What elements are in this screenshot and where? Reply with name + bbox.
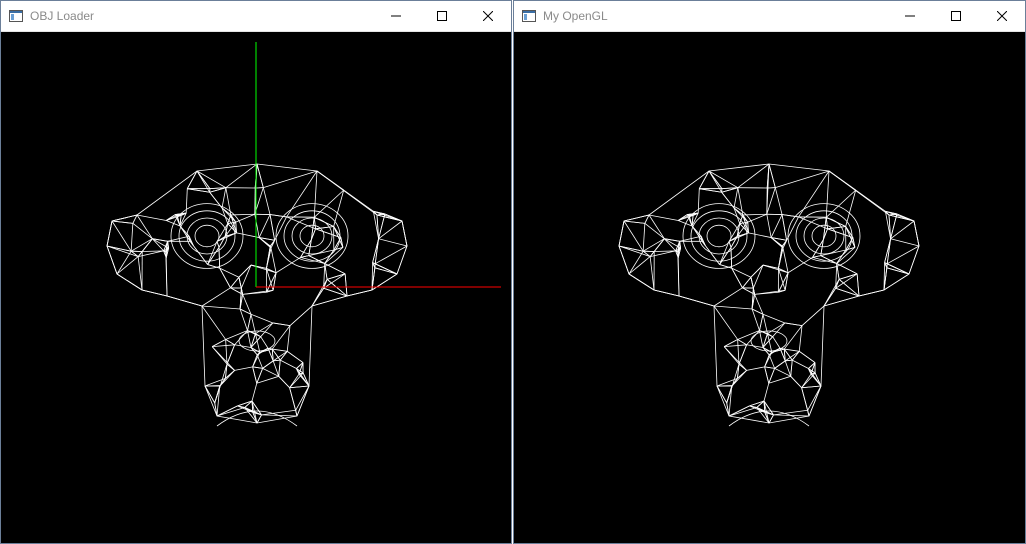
window-my-opengl: My OpenGL — [513, 0, 1026, 544]
window-title: OBJ Loader — [30, 9, 95, 23]
close-button[interactable] — [465, 1, 511, 31]
app-icon — [9, 9, 23, 22]
minimize-icon — [905, 15, 915, 17]
render-canvas[interactable] — [514, 32, 1025, 544]
maximize-icon — [951, 11, 961, 21]
opengl-viewport[interactable] — [1, 32, 511, 543]
titlebar[interactable]: My OpenGL — [514, 1, 1025, 32]
minimize-icon — [391, 15, 401, 17]
minimize-button[interactable] — [887, 1, 933, 31]
close-button[interactable] — [979, 1, 1025, 31]
maximize-button[interactable] — [933, 1, 979, 31]
titlebar[interactable]: OBJ Loader — [1, 1, 511, 32]
render-canvas[interactable] — [1, 32, 511, 544]
close-icon — [483, 11, 493, 21]
maximize-button[interactable] — [419, 1, 465, 31]
maximize-icon — [437, 11, 447, 21]
wireframe-mesh — [618, 163, 920, 427]
close-icon — [997, 11, 1007, 21]
opengl-viewport[interactable] — [514, 32, 1025, 543]
wireframe-mesh — [106, 163, 408, 427]
minimize-button[interactable] — [373, 1, 419, 31]
window-title: My OpenGL — [543, 9, 608, 23]
window-obj-loader: OBJ Loader — [0, 0, 512, 544]
app-icon — [522, 9, 536, 22]
